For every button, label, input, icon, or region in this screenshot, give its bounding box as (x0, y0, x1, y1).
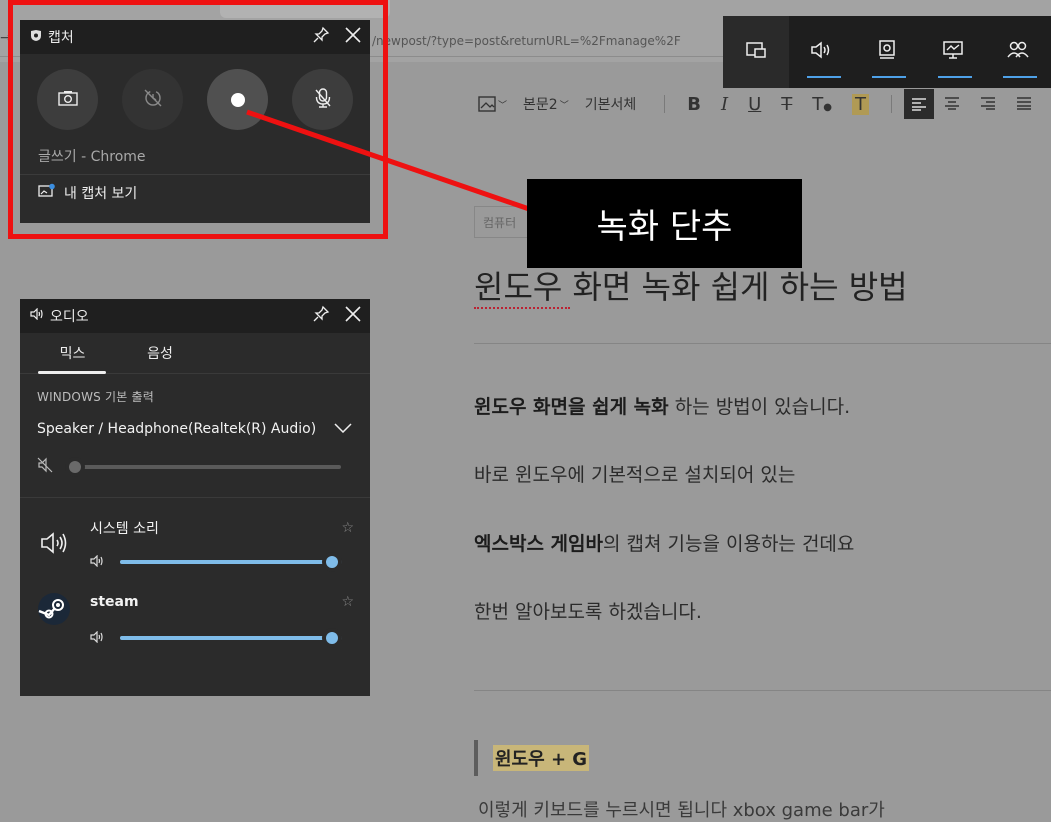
app-volume-slider[interactable] (120, 551, 342, 572)
spellcheck-underline (474, 304, 570, 309)
close-icon[interactable] (344, 305, 362, 327)
capture-widget-button[interactable] (854, 16, 920, 88)
bold-icon[interactable]: B (687, 94, 701, 115)
title-divider (474, 343, 1051, 344)
section-divider (474, 690, 1051, 691)
divider (20, 497, 370, 498)
performance-icon (941, 39, 965, 65)
quote-text[interactable]: 윈도우 + G (493, 745, 590, 771)
chevron-down-icon (334, 421, 352, 437)
app-name: steam (90, 594, 139, 610)
master-volume-row (20, 437, 370, 477)
callout-label: 녹화 단추 (527, 179, 802, 268)
paragraph-style-select[interactable]: 본문2 ﹀ (523, 94, 569, 114)
widget-menu-icon (744, 40, 768, 64)
favorite-star-icon[interactable]: ☆ (341, 594, 354, 610)
audio-widget-button[interactable] (789, 16, 855, 88)
paragraph[interactable]: 한번 알아보도록 하겠습니다. (474, 597, 702, 624)
output-device-select[interactable]: Speaker / Headphone(Realtek(R) Audio) (20, 405, 370, 437)
app-volume-control (90, 551, 342, 572)
game-bar (723, 16, 1051, 88)
output-device-name: Speaker / Headphone(Realtek(R) Audio) (37, 421, 317, 437)
slider-thumb[interactable] (322, 627, 342, 648)
url-text: /newpost/?type=post&returnURL=%2Fmanage%… (372, 34, 681, 48)
strikethrough-icon[interactable]: T (781, 94, 792, 115)
post-title[interactable]: 윈도우 화면 녹화 쉽게 하는 방법 (474, 262, 908, 308)
social-icon (1006, 40, 1030, 64)
text-color-icon[interactable]: T● (812, 94, 832, 115)
app-volume-slider[interactable] (120, 627, 342, 648)
app-volume-row: 시스템 소리 ☆ (20, 514, 370, 590)
quote-bar (474, 740, 478, 776)
app-volume-row: steam ☆ (20, 590, 370, 666)
widget-menu-button[interactable] (723, 16, 789, 88)
speaker-small-icon[interactable] (90, 628, 106, 647)
align-left-icon[interactable] (904, 89, 935, 119)
system-sounds-icon (37, 526, 71, 560)
master-volume-slider[interactable] (65, 457, 341, 477)
app-volume-control (90, 627, 342, 648)
toolbar-divider (664, 95, 666, 113)
tab-voice[interactable]: 음성 (125, 333, 195, 373)
audio-widget: 오디오 믹스 음성 WINDOWS 기본 출력 Speaker / Headph… (20, 299, 370, 696)
active-indicator (872, 76, 907, 78)
active-indicator (937, 76, 972, 78)
default-output-caption: WINDOWS 기본 출력 (37, 390, 154, 404)
align-justify-icon[interactable] (1016, 94, 1032, 115)
favorite-star-icon[interactable]: ☆ (341, 520, 354, 536)
underline-icon[interactable]: U (748, 94, 761, 115)
font-select[interactable]: 기본서체 (585, 94, 637, 114)
pin-icon[interactable] (312, 305, 330, 327)
paragraph[interactable]: 엑스박스 게임바의 캡쳐 기능을 이용하는 건데요 (474, 529, 854, 556)
toolbar-divider (891, 95, 893, 113)
slider-fill (120, 559, 342, 564)
speaker-small-icon (30, 307, 44, 324)
italic-icon[interactable]: I (721, 94, 728, 115)
tab-mix[interactable]: 믹스 (20, 333, 125, 374)
paragraph[interactable]: 윈도우 화면을 쉽게 녹화 하는 방법이 있습니다. (474, 392, 850, 419)
highlight-frame (8, 0, 388, 239)
align-right-icon[interactable] (980, 94, 996, 115)
cut-off-paragraph[interactable]: 이렇게 키보드를 누르시면 됩니다 xbox game bar가 (478, 796, 885, 822)
slider-fill (120, 635, 342, 640)
image-insert-icon[interactable]: ﹀ (478, 96, 507, 112)
slider-thumb[interactable] (322, 551, 342, 572)
active-indicator (1003, 76, 1038, 78)
editor-toolbar: ﹀ 본문2 ﹀ 기본서체 B I U T T● T (470, 88, 1051, 120)
performance-widget-button[interactable] (920, 16, 986, 88)
speaker-icon (809, 40, 833, 64)
active-indicator (806, 76, 841, 78)
paragraph[interactable]: 바로 윈도우에 기본적으로 설치되어 있는 (474, 460, 795, 487)
social-widget-button[interactable] (985, 16, 1051, 88)
audio-widget-header[interactable]: 오디오 (20, 299, 370, 333)
mute-icon[interactable] (37, 457, 53, 477)
steam-icon (37, 592, 71, 626)
active-tab-underline (38, 371, 106, 374)
highlight-icon[interactable]: T (852, 93, 870, 115)
capture-icon (876, 39, 898, 65)
audio-tabs: 믹스 음성 (20, 333, 370, 374)
audio-widget-title: 오디오 (50, 309, 89, 325)
align-center-icon[interactable] (944, 94, 960, 115)
slider-thumb[interactable] (65, 457, 85, 477)
speaker-small-icon[interactable] (90, 552, 106, 571)
app-name: 시스템 소리 (90, 521, 159, 537)
